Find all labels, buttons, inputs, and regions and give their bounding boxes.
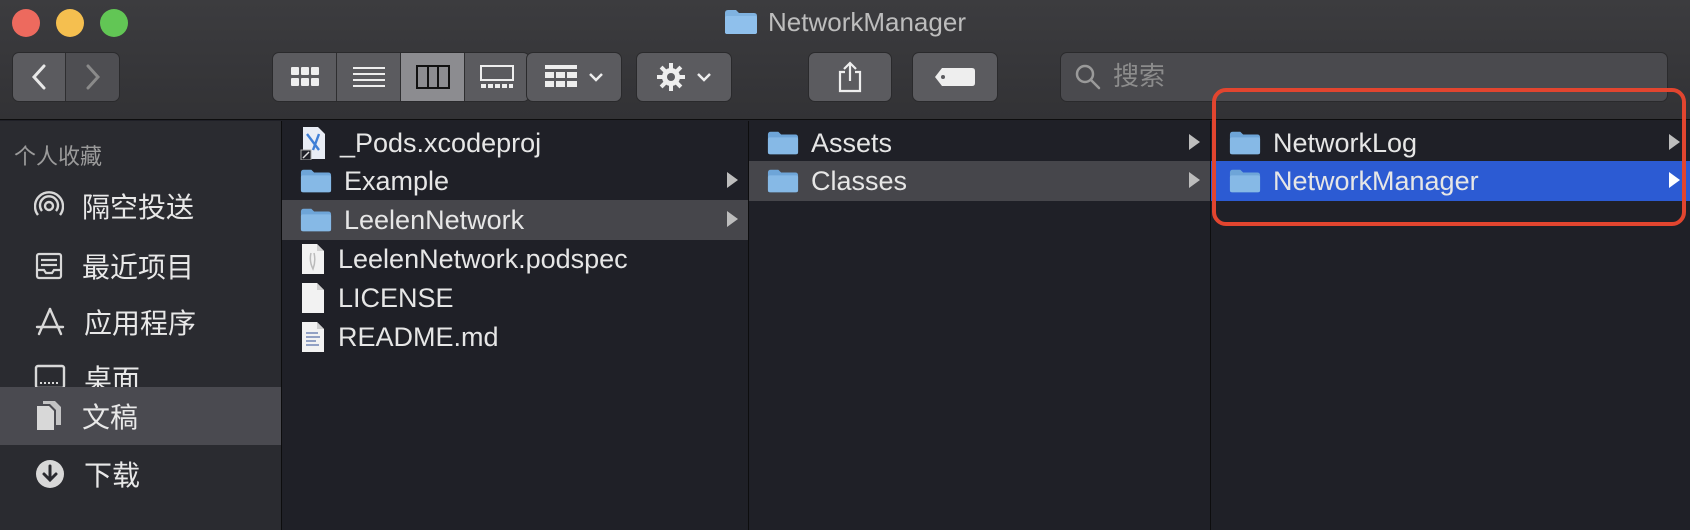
search-input[interactable] xyxy=(1113,62,1633,92)
tag-icon xyxy=(935,68,975,86)
file-name: NetworkLog xyxy=(1273,127,1418,158)
sidebar-item-label: 隔空投送 xyxy=(82,191,195,224)
downloads-icon xyxy=(36,460,64,488)
gallery-icon xyxy=(480,65,514,88)
action-button[interactable] xyxy=(636,52,732,102)
sidebar-item-recents[interactable]: 最近项目 xyxy=(0,237,281,295)
folder-icon xyxy=(724,9,758,42)
column-3: NetworkLog NetworkManager xyxy=(1211,121,1690,530)
sidebar-section-favorites: 个人收藏 xyxy=(14,145,103,170)
search-icon xyxy=(1075,64,1101,90)
finder-window: NetworkManager 搜索 个人收藏 隔空投送 最近项目 应用程序 桌面… xyxy=(0,0,1690,530)
list-item[interactable]: Example xyxy=(282,161,748,201)
list-view-button[interactable] xyxy=(337,53,401,101)
folder-icon xyxy=(767,169,799,193)
list-item[interactable]: Classes xyxy=(749,161,1210,201)
forward-button[interactable] xyxy=(66,53,119,101)
file-name: Classes xyxy=(811,165,908,196)
disclosure-arrow-icon xyxy=(1189,172,1200,188)
search-field[interactable] xyxy=(1060,52,1668,102)
disclosure-arrow-icon xyxy=(1669,172,1680,188)
xcodeproj-icon xyxy=(300,127,325,160)
documents-icon xyxy=(37,401,61,430)
list-item[interactable]: Assets xyxy=(749,123,1210,163)
sidebar-item-label: 最近项目 xyxy=(82,251,195,284)
chevron-right-icon xyxy=(86,64,100,90)
applications-icon xyxy=(35,307,65,336)
list-item[interactable]: _Pods.xcodeproj xyxy=(282,123,748,163)
file-name: Example xyxy=(344,165,450,196)
back-forward-control xyxy=(12,52,120,102)
toolbar: NetworkManager xyxy=(0,0,1690,120)
gear-icon xyxy=(657,63,685,91)
group-icon xyxy=(545,65,577,87)
folder-icon xyxy=(767,131,799,155)
airdrop-icon xyxy=(34,191,64,216)
file-name: README.md xyxy=(338,321,499,352)
list-icon xyxy=(352,67,385,87)
file-name: NetworkManager xyxy=(1273,165,1479,196)
disclosure-arrow-icon xyxy=(1669,134,1680,150)
list-item[interactable]: LeelenNetwork.podspec xyxy=(282,239,748,279)
disclosure-arrow-icon xyxy=(1189,134,1200,150)
list-item[interactable]: README.md xyxy=(282,317,748,357)
file-name: Assets xyxy=(811,127,893,158)
window-title-text: NetworkManager xyxy=(768,7,966,37)
sidebar-item-airdrop[interactable]: 隔空投送 xyxy=(0,177,281,235)
document-icon xyxy=(302,283,324,313)
columns-icon xyxy=(415,65,450,89)
gallery-view-button[interactable] xyxy=(465,53,529,101)
sidebar-item-downloads[interactable]: 下载 xyxy=(0,445,281,503)
sidebar-item-label: 下载 xyxy=(84,459,141,492)
file-name: LeelenNetwork.podspec xyxy=(338,243,628,274)
list-item[interactable]: NetworkLog xyxy=(1211,123,1690,163)
file-name: LeelenNetwork xyxy=(344,204,525,235)
folder-icon xyxy=(300,169,332,193)
list-item-selected[interactable]: NetworkManager xyxy=(1211,161,1690,201)
folder-icon xyxy=(1229,169,1261,193)
chevron-down-icon xyxy=(697,73,711,82)
folder-icon xyxy=(300,208,332,232)
sidebar-item-applications[interactable]: 应用程序 xyxy=(0,293,281,351)
tags-button[interactable] xyxy=(912,52,998,102)
share-button[interactable] xyxy=(808,52,892,102)
column-2: Assets Classes xyxy=(749,121,1211,530)
grid-icon xyxy=(290,67,319,86)
list-item[interactable]: LeelenNetwork xyxy=(282,200,748,240)
folder-icon xyxy=(1229,131,1261,155)
column-view-button[interactable] xyxy=(401,53,465,101)
view-mode-control xyxy=(272,52,530,102)
disclosure-arrow-icon xyxy=(727,211,738,227)
sidebar-item-label: 应用程序 xyxy=(84,307,197,340)
share-icon xyxy=(838,61,862,93)
window-title: NetworkManager xyxy=(0,6,1690,42)
file-name: LICENSE xyxy=(338,282,454,313)
text-file-icon xyxy=(302,322,324,352)
chevron-left-icon xyxy=(31,64,46,90)
disclosure-arrow-icon xyxy=(727,172,738,188)
icon-view-button[interactable] xyxy=(273,53,337,101)
sidebar-item-label: 文稿 xyxy=(82,401,139,434)
file-name: _Pods.xcodeproj xyxy=(340,127,542,158)
recents-icon xyxy=(35,252,63,280)
column-1: _Pods.xcodeproj Example LeelenNetwork Le… xyxy=(282,121,749,530)
group-button[interactable] xyxy=(526,52,622,102)
chevron-down-icon xyxy=(589,73,603,82)
back-button[interactable] xyxy=(13,53,67,101)
list-item[interactable]: LICENSE xyxy=(282,278,748,318)
sidebar: 个人收藏 隔空投送 最近项目 应用程序 桌面 文稿 下载 xyxy=(0,121,282,530)
document-icon xyxy=(302,244,324,274)
sidebar-item-documents[interactable]: 文稿 xyxy=(0,387,281,445)
